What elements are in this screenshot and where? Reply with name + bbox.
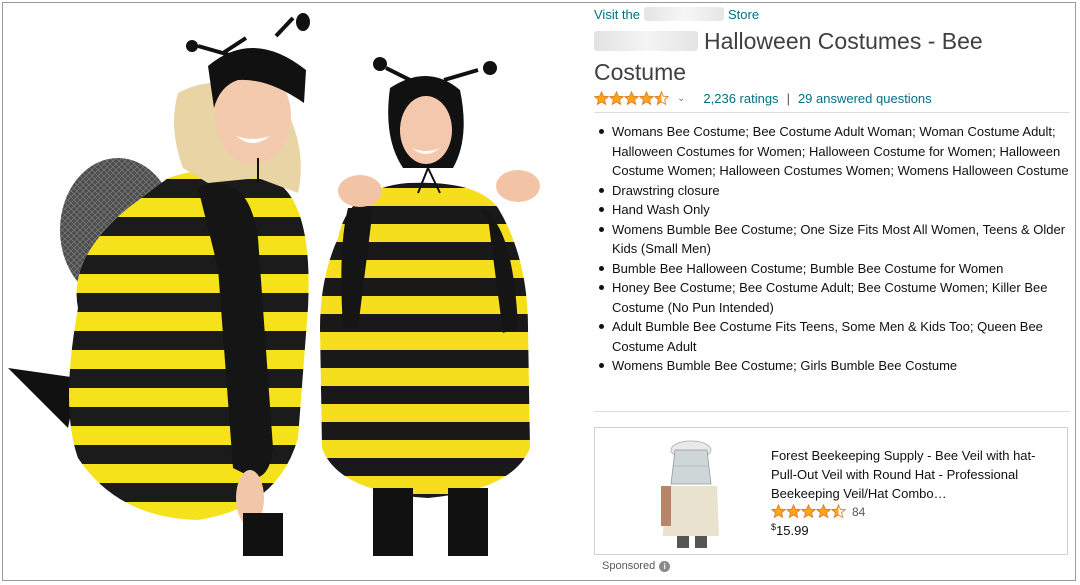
product-title: Halloween Costumes - Bee Costume [594,26,1064,88]
sponsored-stars [771,504,846,519]
star-icon [624,90,639,105]
feature-bullets: Womans Bee Costume; Bee Costume Adult Wo… [594,122,1070,376]
sponsored-price: $15.99 [771,522,809,538]
bullet-item: Honey Bee Costume; Bee Costume Adult; Be… [599,278,1070,317]
chevron-down-icon[interactable]: ⌄ [677,93,685,104]
star-icon [654,90,669,105]
rating-separator: | [786,90,790,106]
redacted-brand-title [594,31,698,51]
bullet-item: Adult Bumble Bee Costume Fits Teens, Som… [599,317,1070,356]
sponsored-text: Sponsored [602,560,656,572]
bullet-item: Bumble Bee Halloween Costume; Bumble Bee… [599,259,1070,279]
bullet-item: Drawstring closure [599,181,1070,201]
info-icon[interactable]: i [659,560,671,572]
star-rating[interactable] [594,90,669,106]
divider [594,112,1070,113]
bullet-item: Hand Wash Only [599,200,1070,220]
product-main-image[interactable] [8,8,560,556]
star-icon [771,504,786,519]
answered-questions-link[interactable]: 29 answered questions [798,91,932,106]
bee-costume-photo [8,8,560,556]
beekeeper-veil-icon [653,436,723,548]
star-icon [801,504,816,519]
star-icon [831,504,846,519]
sponsored-product-card[interactable]: Forest Beekeeping Supply - Bee Veil with… [594,427,1068,555]
star-icon [786,504,801,519]
redacted-brand-name [644,7,725,21]
sponsored-rating-count: 84 [852,504,866,519]
bullet-item: Womans Bee Costume; Bee Costume Adult Wo… [599,122,1070,181]
sponsored-label: Sponsored i [602,560,671,572]
sponsored-star-rating[interactable]: 84 [771,504,865,519]
sponsored-product-title[interactable]: Forest Beekeeping Supply - Bee Veil with… [771,446,1056,503]
ratings-count-link[interactable]: 2,236 ratings [703,91,778,106]
store-link-prefix: Visit the [594,7,641,22]
price-value: 15.99 [776,523,809,538]
divider [594,411,1070,412]
star-icon [816,504,831,519]
store-link-suffix: Store [728,7,760,22]
star-icon [609,90,624,105]
star-icon [594,90,609,105]
sponsored-product-image[interactable] [653,436,723,548]
rating-row: ⌄ 2,236 ratings | 29 answered questions [594,88,1064,108]
bullet-item: Womens Bumble Bee Costume; Girls Bumble … [599,356,1070,376]
star-icon [639,90,654,105]
visit-store-link[interactable]: Visit the Store [594,7,759,22]
bullet-item: Womens Bumble Bee Costume; One Size Fits… [599,220,1070,259]
